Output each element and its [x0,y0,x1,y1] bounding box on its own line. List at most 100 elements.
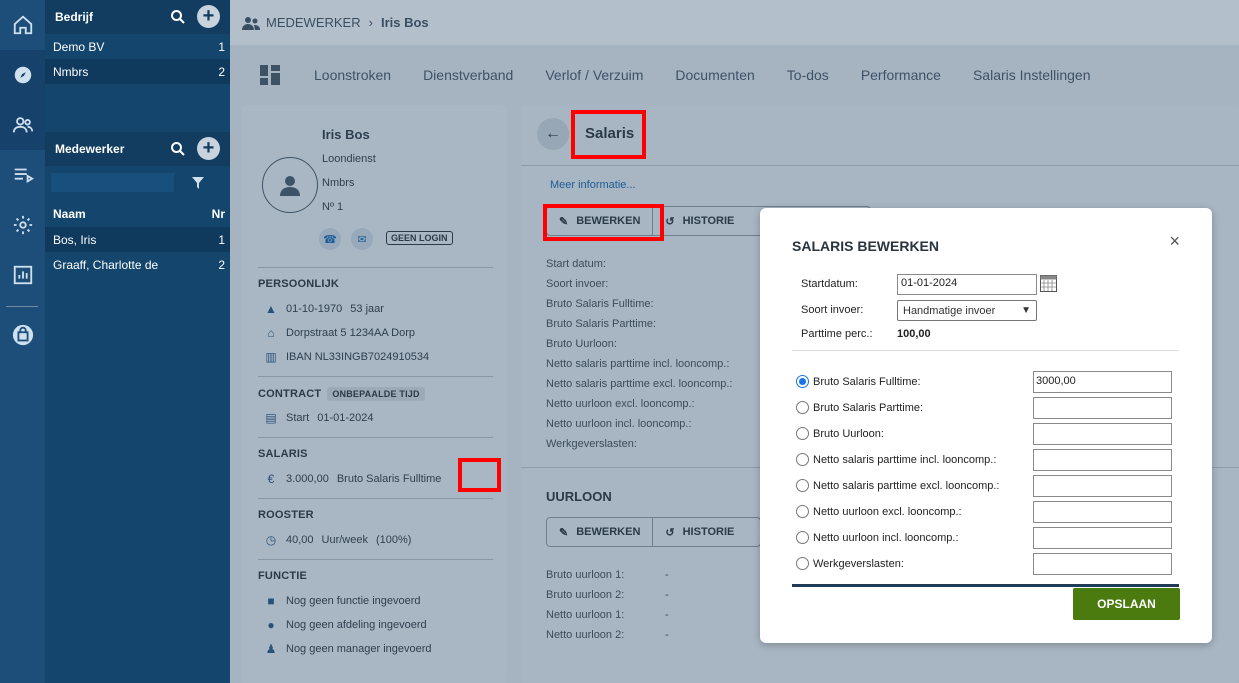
amount-input[interactable] [1033,501,1172,523]
tab-documenten[interactable]: Documenten [675,67,754,83]
bank-icon: ▥ [265,350,277,364]
breadcrumb-current: Iris Bos [380,15,429,30]
amount-input[interactable]: 3000,00 [1033,371,1172,393]
list-item[interactable]: Demo BV 1 [45,34,230,59]
field-label: Bruto Salaris Fulltime: [546,298,654,310]
compass-icon[interactable] [0,50,45,100]
amount-input[interactable] [1033,397,1172,419]
list-icon[interactable] [0,150,45,200]
amount-input[interactable] [1033,449,1172,471]
employee-filter-input[interactable] [51,173,174,192]
chart-icon[interactable] [0,250,45,300]
radio-button[interactable] [796,505,809,518]
tab-todos[interactable]: To-dos [787,67,829,83]
divider [258,498,493,499]
radio-option[interactable]: Netto uurloon incl. looncomp.: [796,531,959,544]
save-button[interactable]: OPSLAAN [1073,588,1180,620]
chevron-down-icon: ▼ [1021,305,1031,316]
search-icon[interactable] [170,141,186,157]
more-info-link[interactable]: Meer informatie... [550,179,636,191]
radio-option[interactable]: Netto uurloon excl. looncomp.: [796,505,962,518]
history-icon: ↺ [665,526,675,539]
tab-bar: Loonstroken Dienstverband Verlof / Verzu… [230,45,1239,105]
radio-button[interactable] [796,427,809,440]
radio-button[interactable] [796,531,809,544]
field-value: - [665,589,669,601]
history-button[interactable]: ↺ HISTORIE [652,518,746,546]
phone-button[interactable]: ☎ [319,228,341,250]
calendar-icon[interactable] [1040,275,1057,292]
filter-icon[interactable] [192,177,204,189]
table-row[interactable]: Graaff, Charlotte de 2 [45,252,230,277]
function-row: ■ Nog geen functie ingevoerd [264,594,420,608]
divider [258,437,493,438]
start-date-field[interactable]: 01-01-2024 [897,274,1037,295]
edit-button[interactable]: ✎ BEWERKEN [547,518,652,546]
input-type-label: Soort invoer: [801,304,864,316]
field-label: Werkgeverslasten: [546,438,637,450]
table-row[interactable]: Bos, Iris 1 [45,227,230,252]
tab-performance[interactable]: Performance [861,67,941,83]
field-label: Bruto Salaris Parttime: [546,318,657,330]
radio-option[interactable]: Netto salaris parttime incl. looncomp.: [796,453,996,466]
divider [258,559,493,560]
dashboard-icon[interactable] [260,65,280,85]
employee-number: Nº 1 [322,201,344,213]
modal-title: SALARIS BEWERKEN [792,238,940,254]
radio-option[interactable]: Werkgeverslasten: [796,557,904,570]
radio-button[interactable] [796,453,809,466]
gear-icon[interactable] [0,200,45,250]
employee-table-header: Naam Nr [53,206,225,221]
bag-icon[interactable] [0,310,45,360]
person-icon [280,176,300,196]
close-icon[interactable]: × [1169,231,1180,252]
input-type-select[interactable]: Handmatige invoer ▼ [897,300,1037,321]
add-company-button[interactable]: + [197,5,220,28]
list-item[interactable]: Nmbrs 2 [45,59,230,84]
radio-option[interactable]: Netto salaris parttime excl. looncomp.: [796,479,999,492]
employment-type: Loondienst [322,153,376,165]
tab-verlof[interactable]: Verlof / Verzuim [545,67,643,83]
divider [521,165,1239,166]
radio-option[interactable]: Bruto Salaris Fulltime: [796,375,921,388]
radio-button[interactable] [796,401,809,414]
radio-button[interactable] [796,375,809,388]
department-row: ● Nog geen afdeling ingevoerd [264,618,426,632]
company-header: Bedrijf + [45,0,230,34]
section-title-salary: SALARIS [258,448,308,460]
radio-button[interactable] [796,479,809,492]
amount-input[interactable] [1033,553,1172,575]
euro-icon: € [267,472,275,486]
home-icon[interactable] [0,0,45,50]
amount-input[interactable] [1033,475,1172,497]
divider [258,267,493,268]
tab-dienstverband[interactable]: Dienstverband [423,67,513,83]
breadcrumb-section[interactable]: MEDEWERKER [266,15,361,30]
employee-header: Medewerker + [45,132,230,166]
avatar [262,157,318,213]
back-button[interactable]: ← [537,118,569,150]
no-login-badge[interactable]: GEEN LOGIN [386,231,453,245]
add-employee-button[interactable]: + [197,137,220,160]
users-icon[interactable] [0,100,45,150]
modal-footer-bar [792,584,1179,587]
home-icon: ⌂ [267,326,275,340]
radio-option[interactable]: Bruto Salaris Parttime: [796,401,923,414]
field-label: Bruto uurloon 1: [546,569,625,581]
company-title: Bedrijf [55,10,94,24]
history-button[interactable]: ↺ HISTORIE [652,207,746,235]
tab-salaris-instellingen[interactable]: Salaris Instellingen [973,67,1091,83]
mail-button[interactable]: ✉ [351,228,373,250]
amount-input[interactable] [1033,423,1172,445]
radio-option[interactable]: Bruto Uurloon: [796,427,884,440]
section-title-contract: CONTRACT ONBEPAALDE TIJD [258,387,425,401]
field-value: - [665,609,669,621]
search-icon[interactable] [170,9,186,25]
radio-button[interactable] [796,557,809,570]
field-label: Bruto uurloon 2: [546,589,625,601]
tab-loonstroken[interactable]: Loonstroken [314,67,391,83]
cake-icon: ▲ [265,302,277,316]
person-icon: ♟ [265,642,277,656]
amount-input[interactable] [1033,527,1172,549]
uurloon-action-group: ✎ BEWERKEN ↺ HISTORIE [546,517,761,547]
